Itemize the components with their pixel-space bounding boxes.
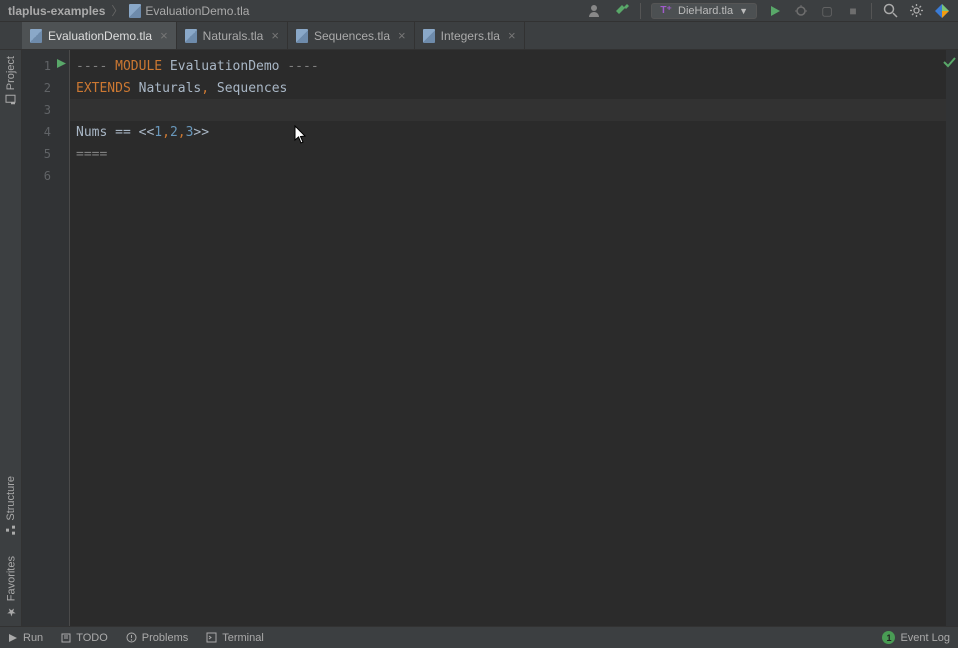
event-count-badge: 1 bbox=[882, 631, 895, 644]
editor-tabs: EvaluationDemo.tla × Naturals.tla × Sequ… bbox=[0, 22, 958, 50]
left-tool-strip-bottom: ★ Favorites Structure bbox=[0, 476, 22, 626]
tool-structure[interactable]: Structure bbox=[5, 476, 17, 536]
file-icon bbox=[296, 29, 308, 43]
tool-favorites[interactable]: ★ Favorites bbox=[5, 556, 18, 618]
gutter-line[interactable]: 2 bbox=[22, 77, 69, 99]
code-line[interactable]: EXTENDS Naturals, Sequences bbox=[70, 77, 958, 99]
right-gutter[interactable] bbox=[946, 50, 958, 626]
close-icon[interactable]: × bbox=[398, 28, 406, 43]
bottom-todo[interactable]: TODO bbox=[61, 632, 108, 644]
code-line[interactable]: Nums == <<1,2,3>> bbox=[70, 121, 958, 143]
code-line[interactable] bbox=[70, 99, 958, 121]
bottom-bar: Run TODO Problems Terminal 1 Event Log bbox=[0, 626, 958, 648]
code-line[interactable]: ==== bbox=[70, 143, 958, 165]
tab-naturals[interactable]: Naturals.tla × bbox=[177, 22, 288, 49]
run-button[interactable] bbox=[767, 3, 783, 19]
tab-evaluationdemo[interactable]: EvaluationDemo.tla × bbox=[22, 22, 177, 49]
separator bbox=[871, 3, 872, 19]
tla-icon: T⁺ bbox=[660, 5, 672, 17]
chevron-right-icon: 〉 bbox=[111, 2, 123, 19]
file-icon bbox=[423, 29, 435, 43]
file-icon bbox=[129, 4, 141, 18]
chevron-down-icon: ▼ bbox=[739, 6, 748, 16]
run-gutter-icon[interactable] bbox=[56, 58, 67, 72]
inspection-ok-icon[interactable] bbox=[942, 55, 956, 72]
event-log[interactable]: 1 Event Log bbox=[882, 631, 950, 644]
close-icon[interactable]: × bbox=[271, 28, 279, 43]
breadcrumb-file[interactable]: EvaluationDemo.tla bbox=[129, 4, 249, 18]
close-icon[interactable]: × bbox=[160, 28, 168, 43]
stop-button[interactable]: ■ bbox=[845, 3, 861, 19]
close-icon[interactable]: × bbox=[508, 28, 516, 43]
debug-button[interactable] bbox=[793, 3, 809, 19]
ide-logo-icon[interactable] bbox=[934, 3, 950, 19]
code-line[interactable] bbox=[70, 165, 958, 187]
code-line[interactable]: ---- MODULE EvaluationDemo ---- bbox=[70, 55, 958, 77]
file-icon bbox=[30, 29, 42, 43]
settings-icon[interactable] bbox=[908, 3, 924, 19]
build-icon[interactable] bbox=[614, 3, 630, 19]
run-config-selector[interactable]: T⁺ DieHard.tla ▼ bbox=[651, 3, 757, 19]
user-icon[interactable] bbox=[588, 3, 604, 19]
gutter-line[interactable]: 3 bbox=[22, 99, 69, 121]
main-area: Project ★ Favorites Structure 1 2 3 4 5 … bbox=[0, 50, 958, 626]
bottom-problems[interactable]: Problems bbox=[126, 632, 188, 644]
star-icon: ★ bbox=[5, 605, 18, 618]
line-gutter: 1 2 3 4 5 6 bbox=[22, 50, 70, 626]
gutter-line[interactable]: 6 bbox=[22, 165, 69, 187]
coverage-button[interactable]: ▢ bbox=[819, 3, 835, 19]
gutter-line[interactable]: 5 bbox=[22, 143, 69, 165]
top-bar: tlaplus-examples 〉 EvaluationDemo.tla T⁺… bbox=[0, 0, 958, 22]
search-icon[interactable] bbox=[882, 3, 898, 19]
separator bbox=[640, 3, 641, 19]
tab-integers[interactable]: Integers.tla × bbox=[415, 22, 525, 49]
file-icon bbox=[185, 29, 197, 43]
toolbar-right: T⁺ DieHard.tla ▼ ▢ ■ bbox=[588, 3, 950, 19]
breadcrumb[interactable]: tlaplus-examples 〉 EvaluationDemo.tla bbox=[8, 2, 249, 19]
bottom-run[interactable]: Run bbox=[8, 632, 43, 644]
bottom-terminal[interactable]: Terminal bbox=[206, 632, 264, 644]
breadcrumb-project[interactable]: tlaplus-examples bbox=[8, 4, 105, 18]
gutter-line[interactable]: 4 bbox=[22, 121, 69, 143]
gutter-line[interactable]: 1 bbox=[22, 55, 69, 77]
code-editor[interactable]: ---- MODULE EvaluationDemo ---- EXTENDS … bbox=[70, 50, 958, 626]
tab-sequences[interactable]: Sequences.tla × bbox=[288, 22, 415, 49]
tool-project[interactable]: Project bbox=[5, 56, 17, 105]
